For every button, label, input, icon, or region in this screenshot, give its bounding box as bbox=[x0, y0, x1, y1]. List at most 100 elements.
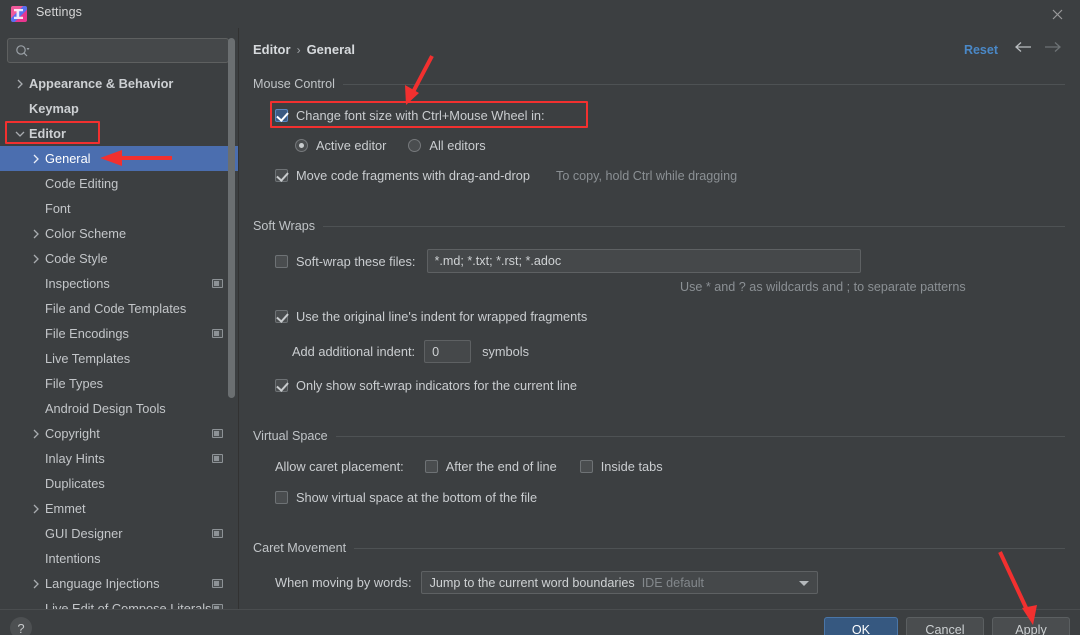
sidebar-scrollbar[interactable] bbox=[228, 38, 235, 598]
sidebar-item-label: Inspections bbox=[45, 276, 110, 291]
dropdown-value: Jump to the current word boundaries bbox=[429, 575, 635, 590]
sidebar-item-color-scheme[interactable]: Color Scheme bbox=[0, 221, 238, 246]
sidebar-item-label: File Encodings bbox=[45, 326, 129, 341]
sidebar-item-keymap[interactable]: Keymap bbox=[0, 96, 238, 121]
section-soft-wraps: Soft Wraps bbox=[253, 219, 1065, 233]
title-bar: Settings bbox=[0, 0, 1080, 28]
change-font-size-checkbox[interactable] bbox=[275, 109, 288, 122]
when-moving-by-words-dropdown[interactable]: Jump to the current word boundaries IDE … bbox=[420, 571, 818, 594]
chevron-right-icon[interactable] bbox=[28, 251, 43, 266]
section-label: Soft Wraps bbox=[253, 219, 316, 233]
section-label: Mouse Control bbox=[253, 77, 335, 91]
original-indent-row[interactable]: Use the original line's indent for wrapp… bbox=[275, 309, 587, 324]
apply-button[interactable]: Apply bbox=[992, 617, 1070, 635]
chevron-right-icon[interactable] bbox=[28, 226, 43, 241]
breadcrumb-root[interactable]: Editor bbox=[253, 42, 291, 57]
section-divider bbox=[335, 435, 1065, 437]
scope-radio-group[interactable]: Active editor All editors bbox=[295, 138, 486, 153]
arrow-left-icon[interactable] bbox=[1014, 41, 1032, 53]
ok-button[interactable]: OK bbox=[824, 617, 898, 635]
sidebar-item-gui-designer[interactable]: GUI Designer bbox=[0, 521, 238, 546]
settings-dialog: Settings Appearance & Behavior Keymap Edit bbox=[0, 0, 1080, 635]
window-title: Settings bbox=[36, 5, 82, 19]
help-button[interactable]: ? bbox=[10, 617, 32, 635]
close-icon[interactable] bbox=[1034, 0, 1080, 28]
chevron-right-icon[interactable] bbox=[28, 426, 43, 441]
sidebar-scrollbar-thumb[interactable] bbox=[228, 38, 235, 398]
chevron-down-icon[interactable] bbox=[798, 581, 809, 586]
soft-wrap-files-row[interactable]: Soft-wrap these files: bbox=[275, 249, 861, 273]
search-input[interactable] bbox=[36, 39, 224, 62]
settings-sidebar: Appearance & Behavior Keymap Editor General… bbox=[0, 28, 239, 609]
original-indent-label: Use the original line's indent for wrapp… bbox=[296, 309, 588, 324]
dialog-footer: ? OK Cancel Apply bbox=[0, 609, 1080, 635]
sidebar-item-editor[interactable]: Editor bbox=[0, 121, 238, 146]
additional-indent-label: Add additional indent: bbox=[292, 344, 416, 359]
original-indent-checkbox[interactable] bbox=[275, 310, 288, 323]
search-field[interactable] bbox=[7, 38, 229, 63]
reset-button[interactable]: Reset bbox=[964, 43, 998, 57]
sidebar-item-general[interactable]: General bbox=[0, 146, 238, 171]
sidebar-item-copyright[interactable]: Copyright bbox=[0, 421, 238, 446]
section-mouse-control: Mouse Control bbox=[253, 77, 1065, 91]
chevron-right-icon[interactable] bbox=[12, 76, 27, 91]
active-editor-radio[interactable] bbox=[295, 139, 308, 152]
drag-and-drop-row[interactable]: Move code fragments with drag-and-drop T… bbox=[275, 168, 737, 183]
section-caret-movement: Caret Movement bbox=[253, 541, 1065, 555]
soft-wrap-indicators-checkbox[interactable] bbox=[275, 379, 288, 392]
sidebar-item-code-editing[interactable]: Code Editing bbox=[0, 171, 238, 196]
after-end-of-line-checkbox[interactable] bbox=[424, 460, 438, 473]
chevron-right-icon[interactable] bbox=[28, 576, 43, 591]
additional-indent-row[interactable]: Add additional indent: symbols bbox=[292, 340, 529, 363]
sidebar-item-label: File and Code Templates bbox=[45, 301, 187, 316]
settings-tree[interactable]: Appearance & Behavior Keymap Editor General… bbox=[0, 71, 238, 609]
sidebar-item-label: Live Templates bbox=[45, 351, 131, 366]
when-moving-by-words-row[interactable]: When moving by words: Jump to the curren… bbox=[275, 571, 818, 594]
chevron-right-icon[interactable] bbox=[28, 501, 43, 516]
section-label: Virtual Space bbox=[253, 429, 328, 443]
active-editor-label: Active editor bbox=[316, 138, 387, 153]
config-badge-icon bbox=[212, 329, 223, 338]
sidebar-item-android-design-tools[interactable]: Android Design Tools bbox=[0, 396, 238, 421]
chevron-down-icon[interactable] bbox=[12, 126, 27, 141]
sidebar-item-language-injections[interactable]: Language Injections bbox=[0, 571, 238, 596]
sidebar-item-file-and-code-templates[interactable]: File and Code Templates bbox=[0, 296, 238, 321]
inside-tabs-checkbox[interactable] bbox=[579, 460, 593, 473]
additional-indent-input[interactable] bbox=[424, 340, 472, 363]
sidebar-item-inspections[interactable]: Inspections bbox=[0, 271, 238, 296]
sidebar-item-live-edit-of-compose-literals[interactable]: Live Edit of Compose Literals bbox=[0, 596, 238, 609]
cancel-button[interactable]: Cancel bbox=[906, 617, 984, 635]
sidebar-item-file-encodings[interactable]: File Encodings bbox=[0, 321, 238, 346]
soft-wrap-indicators-row[interactable]: Only show soft-wrap indicators for the c… bbox=[275, 378, 577, 393]
sidebar-item-live-templates[interactable]: Live Templates bbox=[0, 346, 238, 371]
sidebar-item-file-types[interactable]: File Types bbox=[0, 371, 238, 396]
change-font-size-checkbox-row[interactable]: Change font size with Ctrl+Mouse Wheel i… bbox=[275, 108, 545, 123]
show-virtual-space-row[interactable]: Show virtual space at the bottom of the … bbox=[275, 490, 537, 505]
drag-and-drop-checkbox[interactable] bbox=[275, 169, 288, 182]
soft-wrap-files-checkbox[interactable] bbox=[275, 254, 288, 268]
section-virtual-space: Virtual Space bbox=[253, 429, 1065, 443]
sidebar-item-appearance-behavior[interactable]: Appearance & Behavior bbox=[0, 71, 238, 96]
sidebar-item-duplicates[interactable]: Duplicates bbox=[0, 471, 238, 496]
soft-wrap-files-input[interactable] bbox=[426, 249, 861, 273]
sidebar-item-font[interactable]: Font bbox=[0, 196, 238, 221]
caret-placement-row[interactable]: Allow caret placement: After the end of … bbox=[275, 459, 663, 474]
sidebar-item-label: General bbox=[45, 151, 91, 166]
sidebar-item-label: Editor bbox=[29, 126, 66, 141]
breadcrumb: Editor › General bbox=[253, 42, 355, 57]
sidebar-item-label: Code Style bbox=[45, 251, 108, 266]
dropdown-hint: IDE default bbox=[641, 575, 704, 590]
chevron-right-icon[interactable] bbox=[28, 151, 43, 166]
all-editors-radio[interactable] bbox=[408, 139, 422, 152]
show-virtual-space-checkbox[interactable] bbox=[275, 491, 288, 504]
additional-indent-suffix: symbols bbox=[482, 344, 530, 359]
wildcard-hint: Use * and ? as wildcards and ; to separa… bbox=[680, 280, 966, 294]
search-icon bbox=[15, 44, 31, 58]
sidebar-item-intentions[interactable]: Intentions bbox=[0, 546, 238, 571]
sidebar-item-emmet[interactable]: Emmet bbox=[0, 496, 238, 521]
change-font-size-label: Change font size with Ctrl+Mouse Wheel i… bbox=[296, 108, 545, 123]
navigation-arrows bbox=[1014, 41, 1062, 53]
soft-wrap-indicators-label: Only show soft-wrap indicators for the c… bbox=[296, 378, 577, 393]
sidebar-item-inlay-hints[interactable]: Inlay Hints bbox=[0, 446, 238, 471]
sidebar-item-code-style[interactable]: Code Style bbox=[0, 246, 238, 271]
